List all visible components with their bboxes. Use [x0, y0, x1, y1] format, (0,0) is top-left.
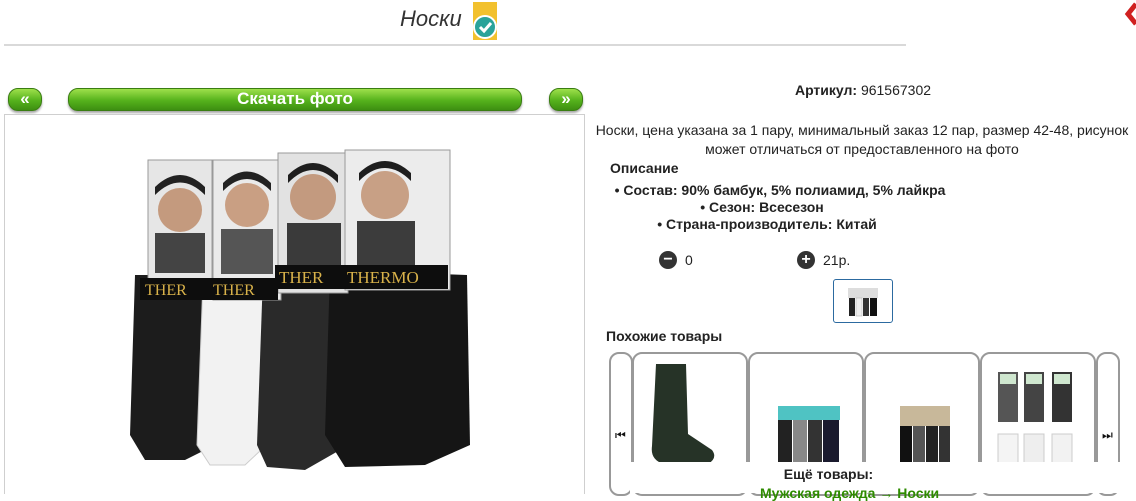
spec-season: • Сезон: Всесезон — [700, 199, 824, 215]
minus-icon: − — [663, 251, 673, 268]
svg-text:THER: THER — [213, 282, 255, 299]
product-description: Носки, цена указана за 1 пару, минимальн… — [595, 122, 1129, 157]
skip-back-icon: ⏮ — [615, 428, 626, 442]
sku-label: Артикул: — [794, 82, 858, 98]
sku-line: Артикул: 961567302 — [600, 82, 1126, 98]
svg-text:THER: THER — [279, 268, 324, 287]
product-photo[interactable]: THER THER THER THERMO — [4, 114, 585, 494]
download-photo-button[interactable]: Скачать фото — [68, 88, 522, 111]
decrease-quantity-button[interactable]: − — [659, 251, 677, 269]
plus-icon: + — [801, 251, 811, 268]
more-products-heading: Ещё товары: — [783, 466, 874, 482]
svg-text:THER: THER — [145, 282, 187, 299]
spec-composition: • Состав: 90% бамбук, 5% полиамид, 5% ла… — [614, 182, 946, 198]
page-title: Носки — [400, 6, 462, 31]
quantity-value: 0 — [685, 252, 693, 268]
photo-thumbnail[interactable] — [833, 279, 893, 323]
more-products-link[interactable]: Мужская одежда → Носки — [760, 485, 939, 501]
skip-forward-icon: ⏭ — [1102, 428, 1113, 442]
next-photo-button[interactable]: » — [549, 88, 583, 111]
thumbnail-image — [848, 288, 878, 317]
close-icon[interactable] — [1124, 0, 1136, 28]
verified-badge-icon — [473, 2, 497, 40]
sku-value: 961567302 — [860, 82, 932, 98]
similar-products-heading: Похожие товары — [606, 328, 723, 344]
socks-illustration: THER THER THER THERMO — [130, 149, 470, 470]
increase-quantity-button[interactable]: + — [797, 251, 815, 269]
description-heading: Описание — [610, 160, 679, 176]
title-divider — [4, 44, 906, 46]
svg-text:THERMO: THERMO — [347, 268, 419, 287]
price-value: 21р. — [823, 252, 851, 268]
spec-country: • Страна-производитель: Китай — [657, 216, 877, 232]
previous-photo-button[interactable]: « — [8, 88, 42, 111]
